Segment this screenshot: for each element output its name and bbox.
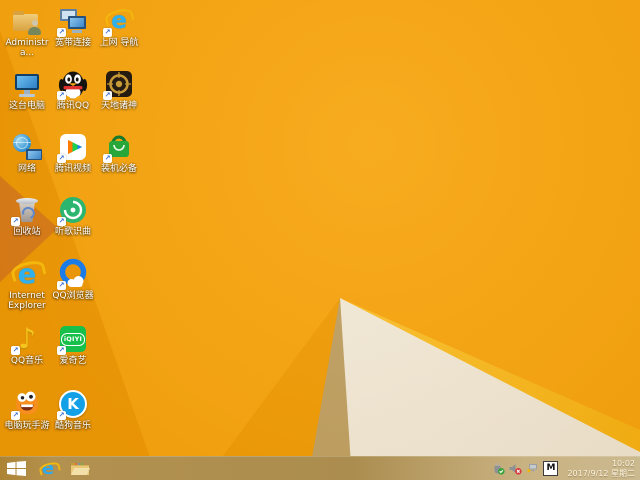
- taskbar-file-explorer-button[interactable]: [64, 457, 96, 480]
- desktop-icon-song-recognition[interactable]: ↗ 听歌识曲: [50, 194, 96, 237]
- desktop[interactable]: Administra... ↗ 宽带连接 e ↗ 上网 导航 这台电脑 ↗ 腾讯…: [0, 0, 640, 480]
- clock-date: 2017/9/12 星期二: [567, 468, 635, 478]
- computer-icon: [11, 68, 43, 100]
- taskbar-clock[interactable]: 10:02 2017/9/12 星期二: [567, 459, 635, 478]
- desktop-icon-qq-browser[interactable]: ↗ QQ浏览器: [50, 258, 96, 301]
- ie-e-icon: e: [37, 458, 61, 479]
- ie-e-icon: e ↗: [103, 5, 135, 37]
- play-logo-icon: ↗: [57, 131, 89, 163]
- icon-label: Internet Explorer: [8, 291, 46, 311]
- windows-logo-icon: [6, 461, 26, 476]
- system-tray: M 10:02 2017/9/12 星期二: [492, 459, 640, 478]
- ie-e-icon: e: [9, 258, 47, 290]
- music-note-icon: ♪ ↗: [11, 322, 36, 355]
- start-button[interactable]: [0, 457, 32, 480]
- desktop-icon-web-navigation[interactable]: e ↗ 上网 导航: [96, 5, 142, 48]
- shortcut-arrow-icon: ↗: [57, 91, 66, 100]
- icon-label: 这台电脑: [8, 101, 45, 111]
- icon-label: 宽带连接: [54, 38, 91, 48]
- shortcut-arrow-icon: ↗: [103, 154, 112, 163]
- shortcut-arrow-icon: ↗: [57, 281, 66, 290]
- shortcut-arrow-icon: ↗: [11, 411, 20, 420]
- shortcut-arrow-icon: ↗: [11, 346, 20, 355]
- desktop-icon-tencent-qq[interactable]: ↗ 腾讯QQ: [50, 68, 96, 111]
- iqiyi-logo-icon: iQIYI ↗: [57, 323, 89, 355]
- shortcut-arrow-icon: ↗: [57, 411, 66, 420]
- icon-label: 腾讯QQ: [56, 101, 90, 111]
- monster-face-icon: ↗: [11, 388, 43, 420]
- icon-label: 电脑玩手游: [4, 421, 50, 431]
- icon-label: 回收站: [13, 227, 41, 237]
- desktop-icon-qq-music[interactable]: ♪ ↗ QQ音乐: [4, 322, 50, 367]
- desktop-icon-recycle-bin[interactable]: ↗ 回收站: [4, 194, 50, 237]
- desktop-icon-internet-explorer[interactable]: e Internet Explorer: [4, 258, 50, 311]
- qq-penguin-icon: ↗: [57, 68, 89, 100]
- desktop-icon-kugou-music[interactable]: K ↗ 酷狗音乐: [50, 388, 96, 431]
- desktop-icon-broadband-connection[interactable]: ↗ 宽带连接: [50, 5, 96, 48]
- taskbar-internet-explorer-button[interactable]: e: [32, 457, 64, 480]
- blue-ring-cloud-icon: ↗: [57, 258, 89, 290]
- icon-label: QQ浏览器: [52, 291, 94, 301]
- game-emblem-icon: ↗: [103, 68, 135, 100]
- globe-network-icon: [11, 131, 43, 163]
- icon-label: 上网 导航: [99, 38, 139, 48]
- kugou-k-icon: K ↗: [57, 388, 89, 420]
- icon-label: 爱奇艺: [59, 356, 87, 366]
- desktop-icon-network[interactable]: 网络: [4, 131, 50, 174]
- taskbar: e M 10:02 2017/9/12 星期二: [0, 456, 640, 480]
- icon-label: Administra...: [5, 38, 49, 58]
- desktop-icon-tencent-video[interactable]: ↗ 腾讯视频: [50, 131, 96, 174]
- input-method-indicator[interactable]: M: [543, 461, 559, 476]
- icon-label: 酷狗音乐: [54, 421, 91, 431]
- shortcut-arrow-icon: ↗: [103, 28, 112, 37]
- volume-muted-icon[interactable]: [509, 463, 523, 475]
- shortcut-arrow-icon: ↗: [57, 346, 66, 355]
- desktop-icon-pc-play-mobile-games[interactable]: ↗ 电脑玩手游: [4, 388, 50, 431]
- icon-label: 天地诸神: [100, 101, 137, 111]
- recycle-bin-icon: ↗: [11, 194, 43, 226]
- shortcut-arrow-icon: ↗: [103, 91, 112, 100]
- desktop-icon-game-tiandizhushen[interactable]: ↗ 天地诸神: [96, 68, 142, 111]
- desktop-icon-iqiyi[interactable]: iQIYI ↗ 爱奇艺: [50, 323, 96, 366]
- shortcut-arrow-icon: ↗: [57, 217, 66, 226]
- desktop-icon-essential-apps[interactable]: ↗ 装机必备: [96, 131, 142, 174]
- safely-remove-hardware-icon[interactable]: [492, 463, 506, 475]
- network-warning-icon[interactable]: [526, 463, 539, 475]
- shortcut-arrow-icon: ↗: [57, 154, 66, 163]
- icon-label: 网络: [17, 164, 36, 174]
- folder-icon: [71, 463, 90, 475]
- desktop-icon-this-pc[interactable]: 这台电脑: [4, 68, 50, 111]
- music-swirl-icon: ↗: [57, 194, 89, 226]
- desktop-icon-administrator-folder[interactable]: Administra...: [4, 5, 50, 58]
- dual-monitor-icon: ↗: [57, 5, 89, 37]
- shortcut-arrow-icon: ↗: [11, 217, 20, 226]
- shortcut-arrow-icon: ↗: [57, 28, 66, 37]
- icon-label: QQ音乐: [10, 356, 44, 366]
- icon-label: 腾讯视频: [54, 164, 91, 174]
- shopping-bag-icon: ↗: [103, 131, 135, 163]
- icon-label: 装机必备: [100, 164, 137, 174]
- clock-time: 10:02: [611, 459, 635, 468]
- user-folder-icon: [11, 5, 43, 37]
- icon-label: 听歌识曲: [54, 227, 91, 237]
